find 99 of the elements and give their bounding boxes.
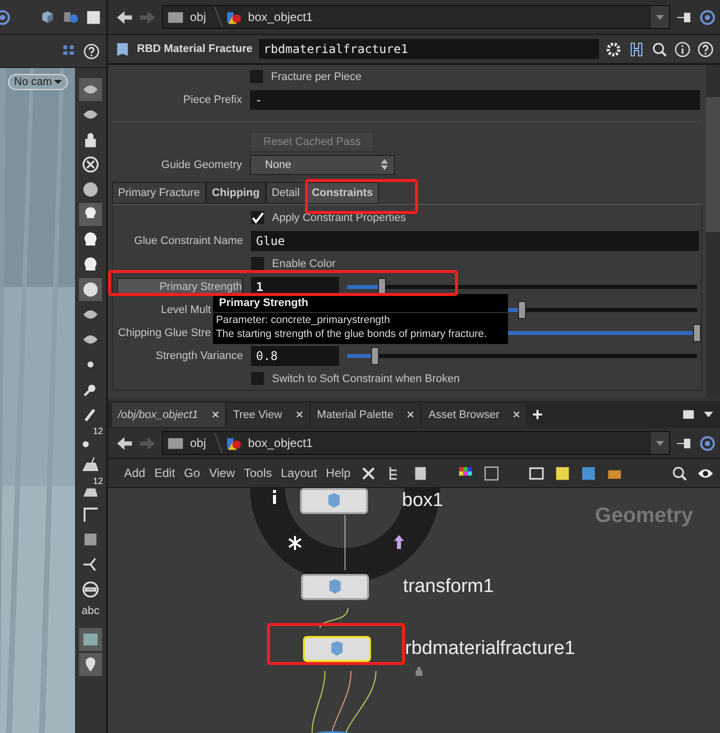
number-label: 12 (92, 476, 103, 486)
checkbox-label: Apply Constraint Properties (272, 212, 406, 224)
tools-icon[interactable] (360, 464, 377, 482)
close-icon[interactable] (407, 411, 414, 418)
info-icon[interactable] (273, 490, 276, 504)
checkbox[interactable] (251, 257, 264, 270)
sphere-icon[interactable] (81, 180, 100, 199)
scrollbar-thumb[interactable] (706, 97, 720, 232)
search-icon[interactable] (651, 40, 668, 58)
note-icon[interactable] (554, 464, 571, 482)
tab[interactable]: Chipping (206, 182, 266, 204)
path-field[interactable]: obj box_object1 (162, 5, 670, 29)
text-field[interactable]: Glue (251, 230, 699, 250)
path-field[interactable]: obj box_object1 (162, 431, 670, 455)
close-icon[interactable] (212, 411, 220, 418)
close-icon[interactable] (296, 411, 304, 418)
menu-item[interactable]: Tools (244, 466, 272, 480)
view-icon[interactable] (81, 80, 100, 99)
node-type: RBD Material Fracture (137, 43, 253, 55)
parameter-label: Strength Variance (156, 350, 243, 362)
pane-tab[interactable]: Material Palette (311, 402, 420, 426)
path-segment[interactable]: box_object1 (248, 10, 313, 24)
cube-icon[interactable] (39, 8, 56, 26)
node-name[interactable]: transform1 (403, 576, 494, 598)
node-name[interactable]: box1 (402, 490, 444, 512)
checkbox[interactable] (250, 70, 263, 83)
node-name[interactable]: rbdmaterialfracture1 (405, 638, 576, 660)
spinner-icon[interactable] (380, 158, 389, 171)
pane-tab[interactable]: Tree View (227, 402, 310, 426)
arrow-icon[interactable] (394, 535, 404, 549)
tooltip-text: Parameter: concrete_primarystrength (215, 313, 391, 327)
text-tool[interactable]: abc (82, 605, 100, 624)
menu-item[interactable]: Help (326, 466, 351, 480)
target-icon[interactable] (699, 434, 716, 452)
slider-handle[interactable] (371, 346, 379, 364)
slider-handle[interactable] (518, 300, 526, 318)
network-box-icon[interactable] (528, 464, 545, 482)
menu-item[interactable]: Edit (154, 466, 176, 480)
image-icon[interactable] (580, 464, 597, 482)
wire (312, 670, 326, 733)
path-segment[interactable]: obj (190, 10, 206, 24)
slider-handle[interactable] (693, 324, 701, 342)
parameter-label: Piece Prefix (183, 94, 242, 106)
pane-tab[interactable]: Asset Browser (422, 402, 526, 426)
target-icon[interactable] (699, 8, 716, 26)
number-field[interactable]: 0.8 (251, 346, 339, 366)
checkbox[interactable] (251, 372, 264, 385)
menu-item[interactable]: Go (184, 466, 200, 480)
menu-item[interactable]: Add (124, 466, 146, 480)
context-label: Geometry (595, 504, 694, 528)
tab[interactable]: Detail (266, 182, 306, 204)
camera-menu[interactable]: No cam (8, 74, 68, 90)
text-field[interactable]: - (250, 90, 700, 110)
help-icon[interactable] (697, 40, 714, 58)
path-segment[interactable]: obj (190, 436, 206, 450)
h-icon[interactable] (628, 40, 645, 58)
menu-item[interactable]: View (209, 466, 235, 480)
pane-tab[interactable]: /obj/box_object1 (112, 402, 226, 426)
back-arrow-icon[interactable] (116, 8, 133, 26)
marker-icon[interactable] (81, 655, 100, 674)
caret-icon[interactable] (54, 78, 62, 86)
paint-icon[interactable] (81, 455, 100, 474)
checkbox-label: Switch to Soft Constraint when Broken (272, 372, 460, 384)
tooltip-text: The starting strength of the glue bonds of primary fracture. (215, 327, 488, 341)
node[interactable] (300, 488, 368, 514)
cross-icon[interactable] (81, 155, 100, 174)
tab[interactable]: Constraints (306, 182, 379, 204)
close-icon[interactable] (513, 411, 520, 418)
tab[interactable]: Primary Fracture (112, 182, 206, 204)
parameter-label: Level Mult (160, 304, 211, 316)
square-icon[interactable] (85, 8, 102, 26)
search-icon[interactable] (671, 464, 688, 482)
help-icon[interactable] (83, 42, 100, 60)
node-icon[interactable] (114, 40, 131, 58)
node-name-field[interactable]: rbdmaterialfracture1 (258, 39, 599, 59)
image-icon[interactable] (81, 630, 100, 649)
node[interactable] (301, 574, 369, 600)
grid-icon[interactable] (482, 464, 500, 482)
wire (344, 514, 346, 570)
checkbox-label: Fracture per Piece (271, 70, 362, 82)
snowflake-icon[interactable] (288, 535, 302, 551)
path-segment[interactable]: box_object1 (248, 436, 313, 450)
checkbox[interactable] (251, 211, 264, 224)
back-arrow-icon[interactable] (116, 434, 133, 452)
checkbox-label: Enable Color (272, 258, 336, 270)
parameter-label: Chipping Glue Stre (118, 326, 211, 338)
add-tab-icon[interactable] (532, 409, 544, 420)
tooltip-title: Primary Strength (213, 294, 508, 313)
wire (320, 608, 348, 628)
number-label: 12 (92, 426, 103, 436)
curve-icon[interactable] (81, 505, 100, 524)
info-icon[interactable] (674, 40, 691, 58)
bulb-icon[interactable] (81, 205, 100, 224)
node[interactable] (303, 636, 371, 662)
parameter-label: Guide Geometry (161, 158, 242, 170)
dropdown-icon[interactable] (703, 409, 714, 420)
parameter-label: Glue Constraint Name (134, 234, 243, 246)
menu-item[interactable]: Layout (280, 466, 317, 480)
dropdown[interactable]: None (250, 154, 395, 174)
